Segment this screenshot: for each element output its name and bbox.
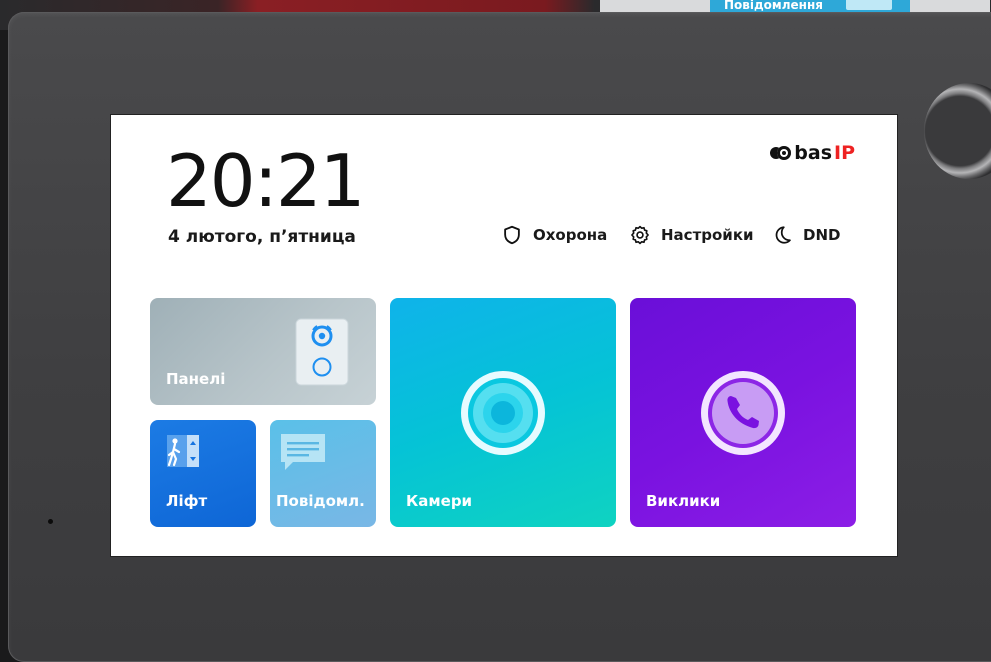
date: 4 лютого, п’ятница [168, 227, 356, 247]
background-banner: Повідомлення [710, 0, 910, 12]
quick-action-settings[interactable]: Настройки [629, 224, 754, 246]
door-panel-icon [295, 318, 349, 386]
tile-calls-label: Виклики [646, 492, 721, 510]
phone-icon [701, 371, 785, 455]
bas-logo-icon [770, 144, 792, 162]
background-chat-icon [846, 0, 892, 10]
chat-icon [281, 434, 325, 470]
shield-icon [504, 225, 520, 245]
microphone-hole [48, 519, 53, 524]
quick-action-security-label: Охорона [533, 226, 608, 244]
tile-cameras-label: Камери [406, 492, 473, 510]
brand-logo: bas IP [770, 142, 855, 164]
brand-suffix: IP [834, 142, 855, 164]
camera-lens-icon [461, 371, 545, 455]
home-screen: 20:21 4 лютого, п’ятница bas IP Охорона … [110, 114, 898, 557]
tile-lift[interactable]: Ліфт [150, 420, 256, 527]
clock: 20:21 [166, 139, 365, 223]
brand-name: bas [794, 142, 832, 164]
quick-action-settings-label: Настройки [661, 226, 754, 244]
elevator-icon [167, 435, 199, 467]
tile-calls[interactable]: Виклики [630, 298, 856, 527]
tile-messages[interactable]: Повідомл. [270, 420, 376, 527]
quick-action-security[interactable]: Охорона [501, 224, 607, 246]
tile-panels[interactable]: Панелі [150, 298, 376, 405]
moon-icon [775, 226, 791, 244]
tile-cameras[interactable]: Камери [390, 298, 616, 527]
gear-icon [631, 225, 649, 245]
quick-action-dnd-label: DND [803, 226, 841, 244]
quick-action-dnd[interactable]: DND [771, 224, 840, 246]
background-banner-text: Повідомлення [724, 0, 823, 12]
tile-lift-label: Ліфт [166, 492, 208, 510]
tile-messages-label: Повідомл. [276, 492, 365, 510]
tile-panels-label: Панелі [166, 370, 226, 388]
